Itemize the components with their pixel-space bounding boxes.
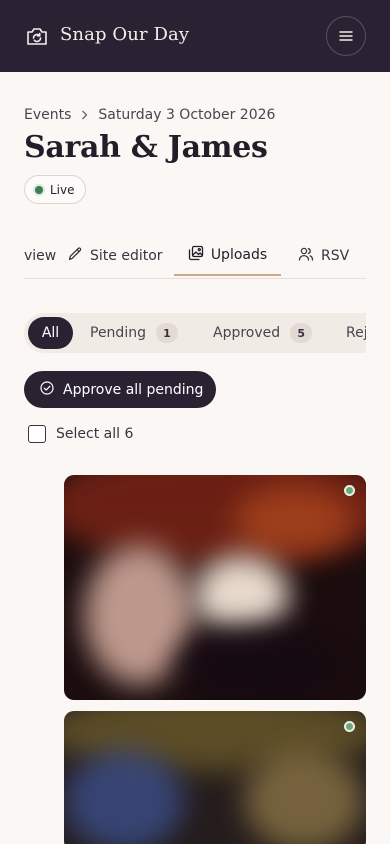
filter-all-chip[interactable]: All bbox=[28, 317, 73, 349]
page-title: Sarah & James bbox=[24, 130, 268, 165]
tab-overview-label: view bbox=[24, 248, 57, 264]
filter-pending-label: Pending bbox=[90, 325, 146, 341]
filter-approved-label: Approved bbox=[213, 325, 281, 341]
tab-rsvp-label: RSV bbox=[321, 248, 350, 264]
tab-rsvp[interactable]: RSV bbox=[298, 236, 349, 276]
hamburger-menu-icon bbox=[339, 30, 353, 42]
upload-photo-card[interactable] bbox=[64, 475, 366, 700]
photo-blur bbox=[174, 625, 344, 700]
breadcrumb: Events Saturday 3 October 2026 bbox=[24, 106, 275, 124]
gallery-icon bbox=[188, 245, 211, 265]
filter-rejected-label: Rej bbox=[346, 325, 366, 341]
approved-count-badge: 5 bbox=[290, 323, 313, 343]
select-all-label: Select all 6 bbox=[56, 426, 134, 442]
check-circle-icon bbox=[40, 380, 63, 399]
tab-uploads[interactable]: Uploads bbox=[174, 236, 281, 276]
upload-photo-card[interactable] bbox=[64, 711, 366, 844]
pencil-icon bbox=[67, 246, 90, 266]
users-icon bbox=[298, 246, 321, 266]
filter-approved-chip[interactable]: Approved 5 bbox=[213, 317, 313, 349]
photo-blur bbox=[64, 751, 184, 844]
tab-overview[interactable]: view bbox=[24, 236, 64, 276]
filter-rejected-chip[interactable]: Rej bbox=[346, 317, 366, 349]
breadcrumb-current: Saturday 3 October 2026 bbox=[98, 107, 276, 123]
pending-count-badge: 1 bbox=[155, 323, 178, 343]
status-badge: Live bbox=[24, 175, 86, 204]
photo-blur bbox=[244, 751, 364, 844]
status-filter-bar: All Pending 1 Approved 5 Rej bbox=[24, 313, 366, 353]
chevron-right-icon bbox=[81, 110, 88, 120]
top-bar: Snap Our Day bbox=[0, 0, 390, 72]
menu-button[interactable] bbox=[326, 16, 366, 56]
filter-pending-chip[interactable]: Pending 1 bbox=[90, 317, 178, 349]
status-badge-label: Live bbox=[50, 182, 75, 197]
filter-track bbox=[24, 313, 366, 353]
tab-uploads-label: Uploads bbox=[210, 247, 268, 263]
select-all-row[interactable]: Select all 6 bbox=[28, 425, 133, 443]
approve-all-label: Approve all pending bbox=[63, 381, 204, 398]
filter-all-label: All bbox=[41, 325, 60, 341]
approved-status-dot bbox=[344, 485, 355, 496]
breadcrumb-events-link[interactable]: Events bbox=[24, 107, 71, 123]
event-tabs: view Site editor Uploads RSV bbox=[24, 236, 366, 279]
tab-site-editor[interactable]: Site editor bbox=[64, 236, 174, 276]
live-status-dot bbox=[35, 185, 43, 194]
approve-all-pending-button[interactable]: Approve all pending bbox=[24, 371, 216, 408]
photo-blur bbox=[234, 485, 354, 555]
camera-refresh-icon bbox=[25, 25, 49, 47]
photo-blur bbox=[194, 555, 289, 635]
tab-site-editor-label: Site editor bbox=[90, 248, 163, 264]
select-all-checkbox[interactable] bbox=[28, 425, 46, 443]
brand-title[interactable]: Snap Our Day bbox=[60, 24, 189, 45]
approved-status-dot bbox=[344, 721, 355, 732]
